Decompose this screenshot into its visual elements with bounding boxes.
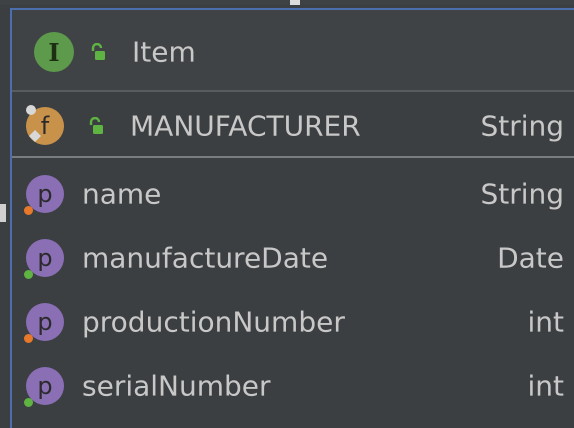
property-type: int [527, 369, 564, 403]
visibility-marker-icon [24, 206, 33, 215]
list-item[interactable]: p manufactureDate Date [12, 226, 574, 290]
fields-divider [12, 156, 574, 158]
property-name: serialNumber [82, 369, 271, 403]
field-type: String [480, 109, 564, 143]
visibility-marker-icon [24, 270, 33, 279]
unlocked-icon [91, 43, 105, 60]
property-name: productionNumber [82, 305, 345, 339]
field-name: MANUFACTURER [130, 109, 361, 143]
visibility-marker-icon [24, 398, 33, 407]
class-name: Item [132, 35, 196, 69]
uml-class-node[interactable]: I Item f MANUFACTURER String p name Stri… [10, 8, 574, 428]
header-divider [12, 90, 574, 92]
list-item[interactable]: p productionNumber int [12, 290, 574, 354]
property-type: int [527, 305, 564, 339]
resize-handle-left[interactable] [0, 204, 6, 222]
property-name: name [82, 177, 162, 211]
resize-handle-top[interactable] [290, 0, 300, 5]
property-type: String [480, 177, 564, 211]
class-header[interactable]: I Item [12, 10, 574, 90]
property-name: manufactureDate [82, 241, 329, 275]
unlocked-icon [89, 117, 103, 134]
static-pin-icon [26, 105, 41, 142]
top-edge [0, 0, 574, 5]
list-item[interactable]: p serialNumber int [12, 354, 574, 418]
constant-row[interactable]: f MANUFACTURER String [12, 94, 574, 158]
list-item[interactable]: p name String [12, 162, 574, 226]
interface-icon: I [34, 32, 74, 72]
visibility-marker-icon [24, 334, 33, 343]
property-type: Date [497, 241, 564, 275]
